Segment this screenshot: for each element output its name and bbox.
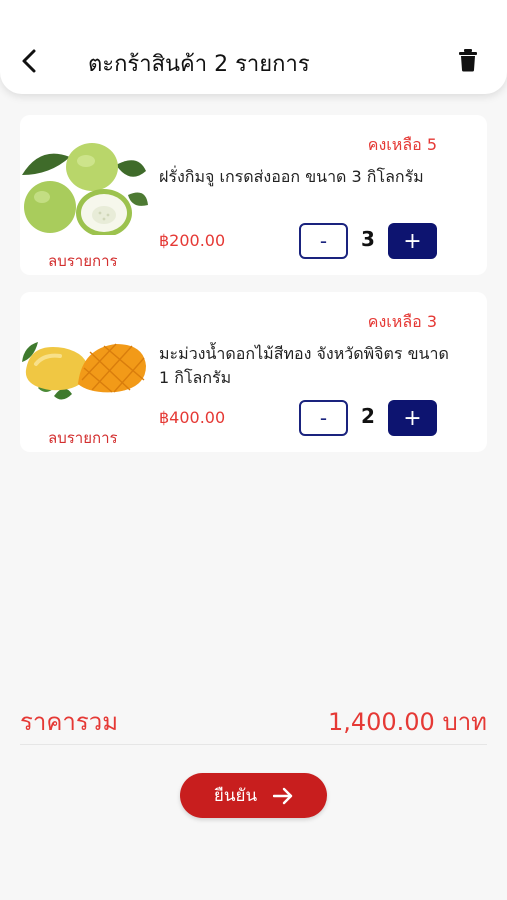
- divider: [20, 744, 487, 745]
- product-price: ฿200.00: [159, 231, 226, 250]
- total-value: 1,400.00 บาท: [327, 708, 487, 736]
- decrease-quantity-button[interactable]: -: [299, 400, 348, 436]
- stock-label: คงเหลือ 3: [367, 312, 437, 331]
- total-label: ราคารวม: [20, 708, 119, 736]
- trash-icon: [459, 49, 477, 72]
- cart-item: ลบรายการ คงเหลือ 5 ฝรั่งกิมจู เกรดส่งออก…: [20, 115, 487, 275]
- stock-label: คงเหลือ 5: [367, 135, 437, 154]
- product-price: ฿400.00: [159, 408, 226, 427]
- guava-image: [22, 143, 148, 235]
- confirm-label: ยืนยัน: [213, 786, 258, 806]
- quantity-value: 3: [361, 227, 375, 251]
- back-button[interactable]: [14, 44, 44, 78]
- decrease-quantity-button[interactable]: -: [299, 223, 348, 259]
- mango-image: [22, 342, 146, 400]
- product-name: มะม่วงน้ำดอกไม้สีทอง จังหวัดพิจิตร ขนาด …: [159, 344, 449, 387]
- increase-quantity-button[interactable]: +: [388, 400, 437, 436]
- product-name: ฝรั่งกิมจู เกรดส่งออก ขนาด 3 กิโลกรัม: [159, 167, 424, 186]
- remove-item-link[interactable]: ลบรายการ: [48, 249, 118, 273]
- cart-item: ลบรายการ คงเหลือ 3 มะม่วงน้ำดอกไม้สีทอง …: [20, 292, 487, 452]
- clear-cart-button[interactable]: [456, 46, 480, 74]
- page-title: ตะกร้าสินค้า 2 รายการ: [88, 52, 310, 77]
- chevron-left-icon: [22, 49, 36, 73]
- increase-quantity-button[interactable]: +: [388, 223, 437, 259]
- confirm-button[interactable]: ยืนยัน: [180, 773, 327, 818]
- arrow-right-icon: [273, 787, 293, 804]
- remove-item-link[interactable]: ลบรายการ: [48, 426, 118, 450]
- app-header: ตะกร้าสินค้า 2 รายการ: [0, 0, 507, 94]
- quantity-value: 2: [361, 404, 375, 428]
